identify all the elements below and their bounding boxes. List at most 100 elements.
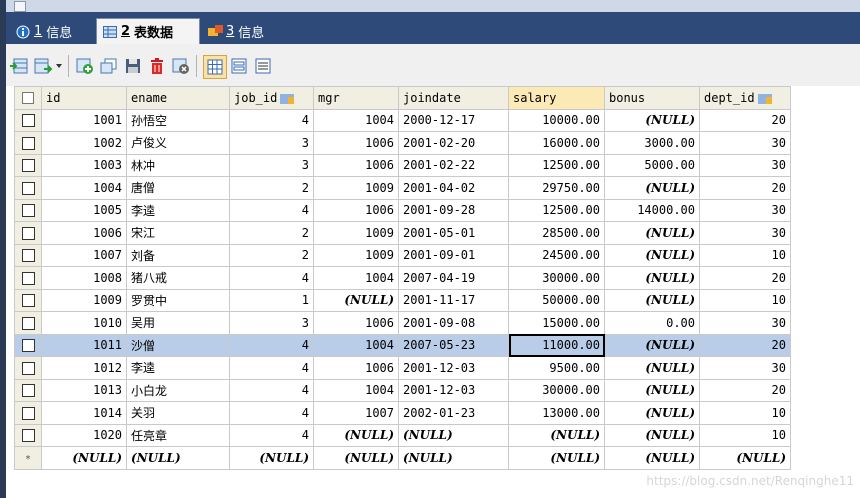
cell-bonus[interactable]: 3000.00 [604,131,700,155]
cell-job-id[interactable]: 2 [229,221,314,245]
cell-mgr[interactable]: 1007 [313,401,399,425]
row-checkbox[interactable] [14,356,42,380]
scroll-knob[interactable] [14,1,26,12]
cell-dept-id[interactable]: 30 [699,153,791,177]
table-row[interactable]: 1020 任亮章 4 (NULL) (NULL) (NULL) (NULL) 10 [14,423,791,447]
cell-dept-id[interactable]: 20 [699,176,791,200]
text-view-icon[interactable] [254,57,272,75]
cell-bonus[interactable]: 14000.00 [604,198,700,222]
row-checkbox[interactable] [14,333,42,357]
cell-bonus[interactable]: (NULL) [604,176,700,200]
cell-joindate[interactable]: 2001-11-17 [398,288,509,312]
row-checkbox[interactable] [14,153,42,177]
cell-mgr[interactable]: 1004 [313,108,399,132]
cell-ename[interactable]: 吴用 [126,311,230,335]
cell-dept-id[interactable]: 10 [699,243,791,267]
table-row[interactable]: 1004 唐僧 2 1009 2001-04-02 29750.00 (NULL) 20 [14,176,791,200]
cell-mgr[interactable]: 1004 [313,266,399,290]
cell-id[interactable]: 1008 [41,266,127,290]
cell-dept-id[interactable]: 30 [699,131,791,155]
cell-job-id[interactable]: 4 [229,401,314,425]
cell-ename[interactable]: 小白龙 [126,378,230,402]
row-checkbox[interactable] [14,176,42,200]
new-row[interactable]: * (NULL) (NULL) (NULL) (NULL) (NULL) (NULL) (NU… [14,446,791,470]
table-row[interactable]: 1012 李逵 4 1006 2001-12-03 9500.00 (NULL) 30 [14,356,791,380]
table-row[interactable]: 1013 小白龙 4 1004 2001-12-03 30000.00 (NULL) 20 [14,378,791,402]
cell-id[interactable]: 1001 [41,108,127,132]
row-checkbox[interactable] [14,221,42,245]
cell-id[interactable]: 1011 [41,333,127,357]
cell-job-id[interactable]: 4 [229,378,314,402]
cell-mgr[interactable]: (NULL) [313,288,399,312]
duplicate-row-icon[interactable] [100,57,118,75]
cell-joindate[interactable]: 2001-02-20 [398,131,509,155]
cell-bonus[interactable]: 0.00 [604,311,700,335]
cell-joindate[interactable]: 2007-05-23 [398,333,509,357]
cell-joindate[interactable]: 2007-04-19 [398,266,509,290]
tab-info-1[interactable]: 1 信息 [10,18,78,44]
cell-ename[interactable]: 猪八戒 [126,266,230,290]
tab-table-data[interactable]: 2 表数据 [96,18,200,44]
cell-salary[interactable]: (NULL) [508,423,605,447]
cell-id[interactable]: (NULL) [41,446,127,470]
cell-salary[interactable]: 29750.00 [508,176,605,200]
row-checkbox[interactable] [14,198,42,222]
table-row[interactable]: 1005 李逵 4 1006 2001-09-28 12500.00 14000.00 30 [14,198,791,222]
cell-ename[interactable]: 关羽 [126,401,230,425]
column-header-bonus[interactable]: bonus [604,86,700,110]
column-header-id[interactable]: id [41,86,127,110]
cell-joindate[interactable]: 2001-09-08 [398,311,509,335]
row-checkbox[interactable] [14,423,42,447]
cell-mgr[interactable]: 1006 [313,198,399,222]
cell-ename[interactable]: 宋江 [126,221,230,245]
row-checkbox[interactable] [14,378,42,402]
cell-salary[interactable]: 30000.00 [508,378,605,402]
cell-salary[interactable]: 28500.00 [508,221,605,245]
add-row-icon[interactable] [76,57,94,75]
cell-bonus[interactable]: (NULL) [604,446,700,470]
grid-view-icon[interactable] [203,55,227,79]
cell-job-id[interactable]: 4 [229,356,314,380]
cell-job-id[interactable]: 4 [229,108,314,132]
table-row[interactable]: 1001 孙悟空 4 1004 2000-12-17 10000.00 (NULL) 20 [14,108,791,132]
select-all-checkbox[interactable] [14,86,42,110]
row-checkbox[interactable] [14,288,42,312]
cell-salary[interactable]: 12500.00 [508,198,605,222]
cell-bonus[interactable]: (NULL) [604,333,700,357]
table-row[interactable]: 1009 罗贯中 1 (NULL) 2001-11-17 50000.00 (NULL) 10 [14,288,791,312]
cell-joindate[interactable]: 2001-05-01 [398,221,509,245]
cell-bonus[interactable]: (NULL) [604,288,700,312]
cell-joindate[interactable]: 2001-02-22 [398,153,509,177]
table-row[interactable]: 1011 沙僧 4 1004 2007-05-23 11000.00 (NULL) 20 [14,333,791,357]
column-header-job-id[interactable]: job_id [229,86,314,110]
cell-dept-id[interactable]: 20 [699,378,791,402]
new-row-marker[interactable]: * [14,446,42,470]
cell-joindate[interactable]: 2001-09-01 [398,243,509,267]
cell-id[interactable]: 1006 [41,221,127,245]
cell-dept-id[interactable]: 10 [699,423,791,447]
table-row[interactable]: 1008 猪八戒 4 1004 2007-04-19 30000.00 (NULL) 20 [14,266,791,290]
cell-joindate[interactable]: 2001-12-03 [398,378,509,402]
cell-job-id[interactable]: 3 [229,311,314,335]
row-checkbox[interactable] [14,243,42,267]
cell-bonus[interactable]: (NULL) [604,356,700,380]
cell-mgr[interactable]: 1006 [313,356,399,380]
cell-bonus[interactable]: (NULL) [604,243,700,267]
column-header-ename[interactable]: ename [126,86,230,110]
import-icon[interactable] [10,57,28,75]
cell-bonus[interactable]: (NULL) [604,266,700,290]
save-icon[interactable] [124,57,142,75]
cell-ename[interactable]: 唐僧 [126,176,230,200]
cell-job-id[interactable]: 3 [229,153,314,177]
delete-icon[interactable] [148,57,166,75]
cell-salary[interactable]: 12500.00 [508,153,605,177]
cell-salary[interactable]: 50000.00 [508,288,605,312]
cell-salary[interactable]: 11000.00 [508,333,605,357]
cell-mgr[interactable]: 1009 [313,176,399,200]
cell-salary[interactable]: 13000.00 [508,401,605,425]
table-row[interactable]: 1006 宋江 2 1009 2001-05-01 28500.00 (NULL) 30 [14,221,791,245]
column-header-salary[interactable]: salary [508,86,605,110]
cell-id[interactable]: 1020 [41,423,127,447]
cell-ename[interactable]: 李逵 [126,198,230,222]
table-row[interactable]: 1003 林冲 3 1006 2001-02-22 12500.00 5000.00 30 [14,153,791,177]
